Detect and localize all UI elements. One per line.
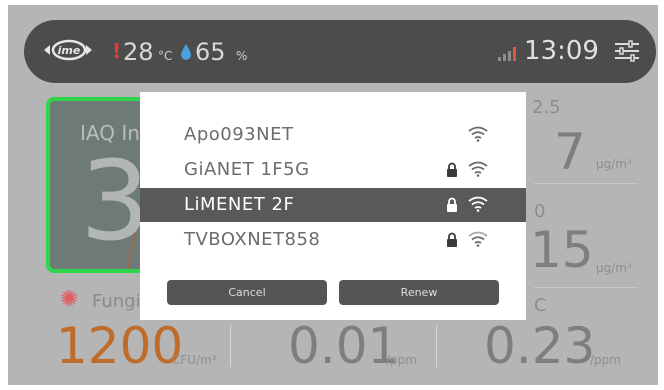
pm10-value: 15 <box>530 221 594 279</box>
humidity-drop-icon <box>181 44 191 60</box>
wifi-signal-icon <box>468 126 488 142</box>
divider <box>534 287 638 288</box>
temperature-value: 28 <box>123 38 154 66</box>
formaldehyde-unit: /ppm <box>386 353 417 367</box>
logo-text: ime <box>58 44 81 57</box>
wifi-network-row-selected[interactable]: LiMENET 2F <box>140 188 526 222</box>
pm10-label: 0 <box>534 201 546 222</box>
divider <box>534 183 638 184</box>
wifi-network-name: Apo093NET <box>184 124 294 145</box>
wifi-network-row[interactable]: TVBOXNET858 <box>140 223 526 257</box>
divider <box>230 325 231 367</box>
pm25-label: 2.5 <box>532 97 561 118</box>
humidity-unit: % <box>236 49 248 63</box>
wifi-network-name: LiMENET 2F <box>184 194 295 215</box>
wifi-network-name: TVBOXNET858 <box>184 229 321 250</box>
wifi-network-name: GiANET 1F5G <box>184 159 310 180</box>
pm10-unit: μg/m³ <box>596 261 632 275</box>
divider <box>436 325 437 367</box>
thermometer-icon: ! <box>112 39 122 63</box>
fungi-label: Fungi <box>92 291 141 312</box>
fungi-value: 1200 <box>56 317 184 375</box>
signal-icon <box>498 47 516 61</box>
wifi-network-row[interactable]: Apo093NET <box>140 118 526 152</box>
renew-button[interactable]: Renew <box>339 280 499 305</box>
lock-icon <box>447 197 457 212</box>
wifi-network-dialog: Apo093NET GiANET 1F5G LiMENET 2F TVBOXNE… <box>140 92 526 320</box>
lock-icon <box>447 232 457 247</box>
wifi-signal-icon <box>468 196 488 212</box>
tvoc-unit: /ppm <box>590 353 621 367</box>
humidity-value: 65 <box>195 38 226 66</box>
cancel-button[interactable]: Cancel <box>167 280 327 305</box>
wifi-signal-icon <box>468 231 488 247</box>
pm25-value: 7 <box>554 123 586 181</box>
tvoc-label: C <box>534 295 547 316</box>
clock: 13:09 <box>524 36 599 66</box>
formaldehyde-value: 0.01 <box>288 317 400 375</box>
wifi-network-row[interactable]: GiANET 1F5G <box>140 153 526 187</box>
pm25-unit: μg/m³ <box>596 157 632 171</box>
fungi-icon: ✺ <box>60 287 79 312</box>
fungi-unit: CFU/m³ <box>172 353 217 367</box>
status-bar: ime ! 28 °C 65 % 13:09 <box>24 20 656 83</box>
tvoc-value: 0.23 <box>484 317 596 375</box>
lime-logo: ime <box>44 39 92 61</box>
wifi-signal-icon <box>468 161 488 177</box>
settings-sliders-icon[interactable] <box>614 38 640 64</box>
temperature-unit: °C <box>158 49 173 63</box>
lock-icon <box>447 162 457 177</box>
